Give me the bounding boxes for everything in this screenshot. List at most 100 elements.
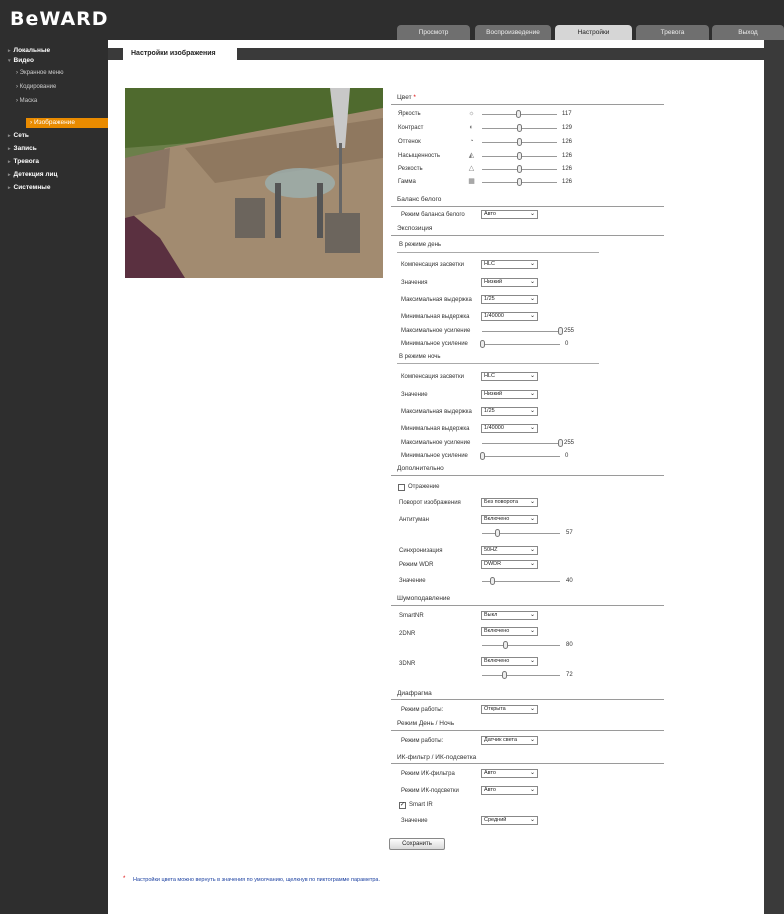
contrast-icon[interactable]: ◐: [467, 124, 476, 131]
gamma-slider-handle[interactable]: [517, 178, 522, 186]
day-comp-select[interactable]: HLC ⌄: [481, 260, 538, 269]
rotate-select[interactable]: Без поворота ⌄: [481, 498, 538, 507]
sidebar-item-label: Системные: [13, 184, 51, 191]
gamma-value: 126: [562, 179, 573, 185]
sharpness-slider-handle[interactable]: [517, 165, 522, 173]
sidebar-item-image[interactable]: › Изображение: [26, 118, 108, 128]
3dnr-slider-handle[interactable]: [502, 671, 508, 679]
divider: [391, 104, 664, 105]
tab-view[interactable]: Просмотр: [397, 25, 470, 40]
day-mingain-slider-handle[interactable]: [479, 340, 485, 348]
sidebar-item-label: Кодирование: [19, 84, 57, 90]
iris-mode-select[interactable]: Открыта ⌄: [481, 705, 538, 714]
smart-ir-checkbox[interactable]: ✓: [399, 802, 406, 809]
triangle-right-icon: ▸: [8, 146, 11, 152]
contrast-slider-handle[interactable]: [517, 124, 522, 132]
chevron-down-icon: ⌄: [529, 547, 535, 553]
wdr-level-label: Значение: [399, 578, 426, 584]
gamma-icon[interactable]: ▦: [467, 178, 476, 185]
save-button[interactable]: Сохранить: [389, 838, 445, 850]
sync-select[interactable]: 50HZ ⌄: [481, 546, 538, 555]
mirror-checkbox[interactable]: [398, 484, 405, 491]
exposure-night-title: В режиме ночь: [399, 354, 441, 360]
divider: [391, 206, 664, 207]
tab-exit[interactable]: Выход: [712, 25, 784, 40]
chevron-down-icon: ⌄: [529, 391, 535, 397]
sidebar-item-system[interactable]: ▸ Системные: [0, 183, 108, 193]
night-minexp-select[interactable]: 1/40000 ⌄: [481, 424, 538, 433]
day-maxgain-slider-handle[interactable]: [557, 327, 563, 335]
sidebar-item-record[interactable]: ▸ Запись: [0, 144, 108, 154]
3dnr-select[interactable]: Включено ⌄: [481, 657, 538, 666]
triangle-right-icon: ▸: [8, 172, 11, 178]
sidebar-item-label: Запись: [13, 145, 37, 152]
wb-mode-select[interactable]: Авто ⌄: [481, 210, 538, 219]
2dnr-slider-handle[interactable]: [502, 641, 508, 649]
chevron-down-icon: ⌄: [529, 787, 535, 793]
ir-level-value: Средний: [484, 817, 507, 823]
ir-light-select[interactable]: Авто ⌄: [481, 786, 538, 795]
tab-alarm[interactable]: Тревога: [636, 25, 709, 40]
color-reset-mark: *: [413, 94, 416, 101]
sidebar-item-network[interactable]: ▸ Сеть: [0, 131, 108, 141]
tab-playback[interactable]: Воспроизведение: [475, 25, 551, 40]
night-level-label: Значение: [401, 392, 428, 398]
sidebar-item-encoding[interactable]: › Кодирование: [0, 82, 108, 92]
night-level-value: Низкий: [484, 391, 503, 397]
smartnr-select[interactable]: Выкл ⌄: [481, 611, 538, 620]
night-comp-select[interactable]: HLC ⌄: [481, 372, 538, 381]
sync-value: 50HZ: [484, 547, 498, 553]
night-maxexp-value: 1/25: [484, 408, 495, 414]
chevron-right-icon: ›: [16, 70, 18, 76]
ir-filter-label: Режим ИК-фильтра: [401, 771, 455, 777]
triangle-right-icon: ▸: [8, 185, 11, 191]
ir-filter-select[interactable]: Авто ⌄: [481, 769, 538, 778]
night-mingain-value: 0: [565, 453, 569, 459]
chevron-down-icon: ⌄: [529, 706, 535, 712]
sidebar-item-face[interactable]: ▸ Детекция лиц: [0, 170, 108, 180]
chevron-down-icon: ⌄: [529, 770, 535, 776]
antifog-select[interactable]: Включено ⌄: [481, 515, 538, 524]
day-minexp-select[interactable]: 1/40000 ⌄: [481, 312, 538, 321]
night-minexp-label: Минимальная выдержка: [401, 426, 470, 432]
sidebar-item-label: Экранное меню: [19, 70, 64, 76]
hue-slider-handle[interactable]: [517, 138, 522, 146]
sidebar-item-local[interactable]: ▸ Локальные: [0, 46, 108, 56]
color-label-sharpness: Резкость: [398, 166, 423, 172]
hue-icon[interactable]: ◔: [467, 138, 476, 145]
day-level-select[interactable]: Низкий ⌄: [481, 278, 538, 287]
chevron-down-icon: ⌄: [529, 279, 535, 285]
sidebar-item-video[interactable]: ▾ Видео: [0, 56, 108, 66]
saturation-slider-handle[interactable]: [517, 152, 522, 160]
antifog-slider-handle[interactable]: [495, 529, 501, 537]
2dnr-select[interactable]: Включено ⌄: [481, 627, 538, 636]
day-maxgain-slider-track: [482, 331, 560, 332]
ir-light-label: Режим ИК-подсветки: [401, 788, 459, 794]
wdr-slider-handle[interactable]: [489, 577, 495, 585]
ir-light-value: Авто: [484, 787, 496, 793]
wdr-select[interactable]: DWDR ⌄: [481, 560, 538, 569]
night-maxexp-select[interactable]: 1/25 ⌄: [481, 407, 538, 416]
night-mingain-slider-handle[interactable]: [479, 452, 485, 460]
brightness-icon[interactable]: ☼: [467, 110, 476, 117]
night-mingain-label: Минимальное усиление: [401, 453, 468, 459]
wdr-value: DWDR: [484, 561, 502, 567]
sidebar-item-osd[interactable]: › Экранное меню: [0, 68, 108, 78]
brightness-slider-handle[interactable]: [515, 110, 521, 118]
tab-settings[interactable]: Настройки: [555, 25, 632, 40]
2dnr-label: 2DNR: [399, 631, 416, 637]
night-maxgain-slider-handle[interactable]: [557, 439, 563, 447]
section-wb-title: Баланс белого: [397, 196, 442, 203]
ir-level-select[interactable]: Средний ⌄: [481, 816, 538, 825]
sidebar-item-mask[interactable]: › Маска: [0, 96, 108, 106]
day-maxexp-select[interactable]: 1/25 ⌄: [481, 295, 538, 304]
daynight-mode-select[interactable]: Датчик света ⌄: [481, 736, 538, 745]
section-color-title: Цвет *: [397, 94, 416, 101]
2dnr-num: 80: [566, 642, 573, 648]
saturation-icon[interactable]: ◭: [467, 152, 476, 159]
day-maxgain-label: Максимальное усиление: [401, 328, 471, 334]
hue-value: 126: [562, 139, 573, 145]
night-level-select[interactable]: Низкий ⌄: [481, 390, 538, 399]
sharpness-icon[interactable]: △: [467, 165, 476, 172]
sidebar-item-alarm[interactable]: ▸ Тревога: [0, 157, 108, 167]
